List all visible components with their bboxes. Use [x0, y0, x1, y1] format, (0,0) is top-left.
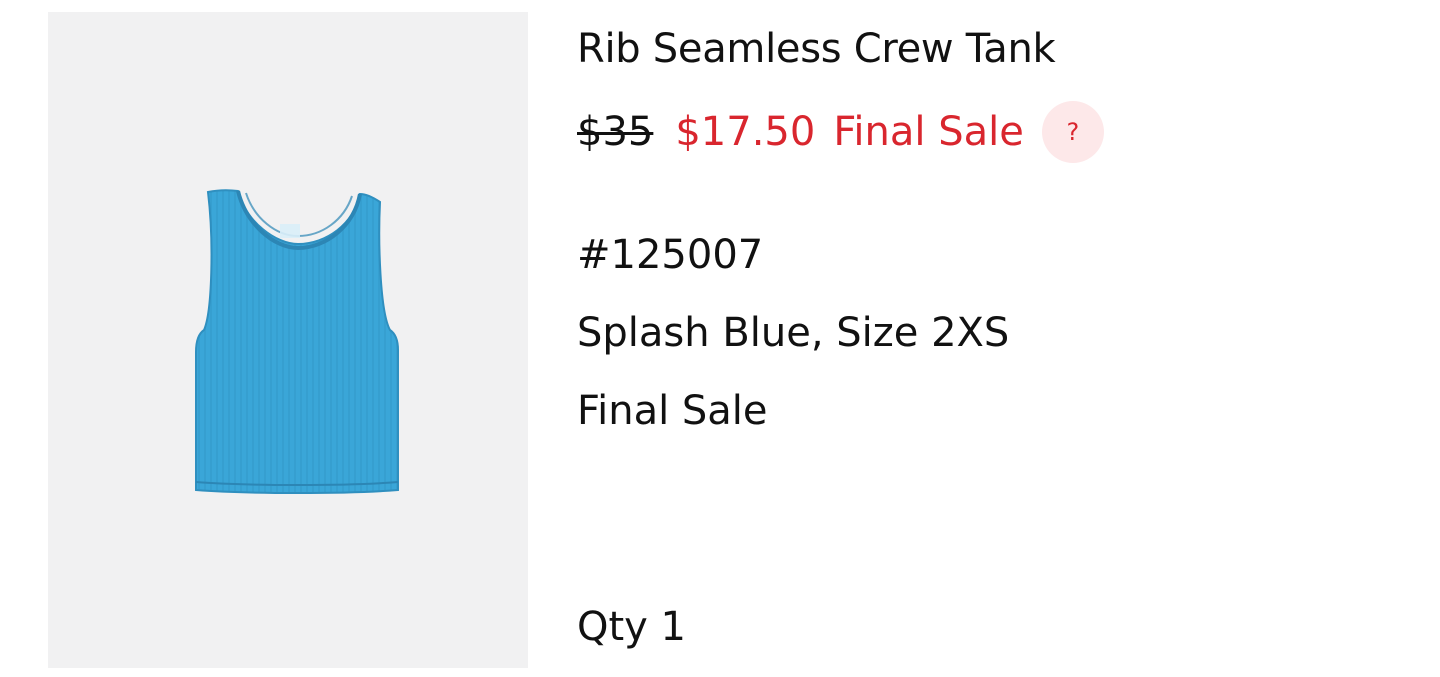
final-sale-help-button[interactable]: ? [1041, 101, 1104, 163]
original-price: $35 [577, 109, 654, 155]
quantity: Qty 1 [577, 604, 687, 650]
product-variant: Splash Blue, Size 2XS [577, 310, 1010, 356]
final-sale-note: Final Sale [577, 388, 768, 434]
product-title[interactable]: Rib Seamless Crew Tank [577, 26, 1056, 72]
question-mark-icon: ? [1066, 118, 1080, 146]
price-row: $35 $17.50 Final Sale ? [577, 101, 1104, 163]
sale-price: $17.50 [675, 109, 816, 155]
tank-top-illustration [195, 189, 399, 494]
final-sale-badge: Final Sale [833, 109, 1024, 155]
cart-line-item: Rib Seamless Crew Tank $35 $17.50 Final … [0, 0, 1440, 677]
product-sku: #125007 [577, 232, 764, 278]
product-image[interactable] [48, 12, 528, 668]
